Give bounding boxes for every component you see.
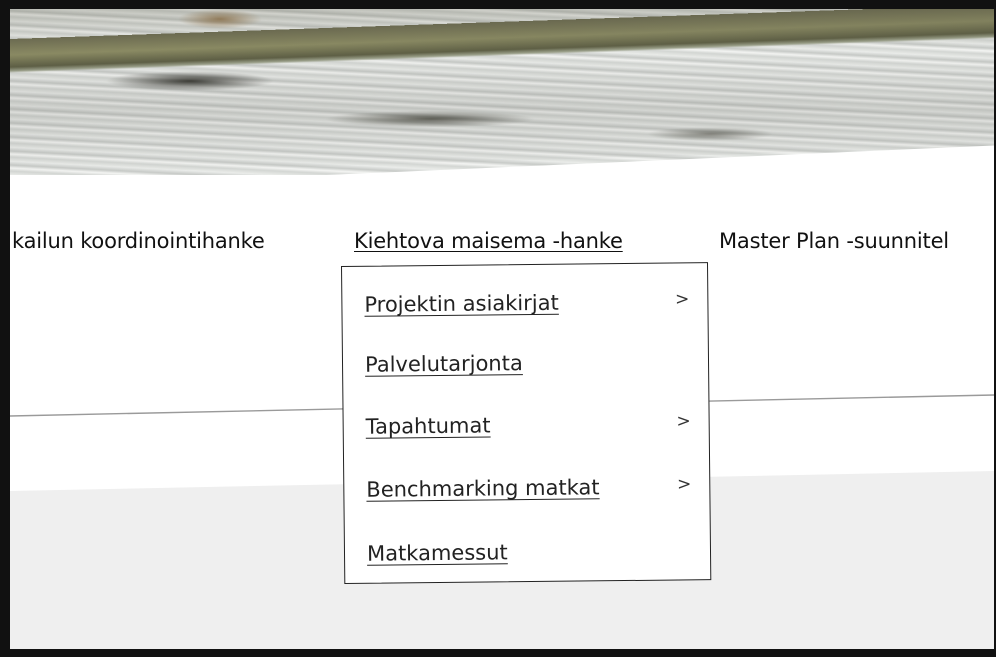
chevron-right-icon: >	[676, 474, 692, 495]
page-content: kailun koordinointihanke Kiehtova maisem…	[10, 9, 994, 649]
main-navigation: kailun koordinointihanke Kiehtova maisem…	[10, 229, 994, 263]
menu-item-tapahtumat[interactable]: Tapahtumat >	[365, 403, 696, 446]
menu-item-projektin-asiakirjat[interactable]: Projektin asiakirjat >	[364, 281, 695, 324]
menu-item-label: Projektin asiakirjat	[364, 290, 559, 317]
chevron-right-icon: >	[675, 289, 690, 310]
menu-item-benchmarking-matkat[interactable]: Benchmarking matkat >	[366, 466, 697, 509]
menu-item-label: Benchmarking matkat	[366, 475, 600, 502]
nav-item-koordinointihanke[interactable]: kailun koordinointihanke	[12, 229, 265, 253]
menu-item-label: Palvelutarjonta	[364, 351, 523, 377]
menu-item-label: Matkamessut	[366, 540, 508, 566]
chevron-right-icon: >	[676, 411, 691, 432]
hero-image-shade	[10, 9, 994, 175]
nav-dropdown-menu: Projektin asiakirjat > Palvelutarjonta T…	[341, 262, 712, 584]
screenshot-frame: kailun koordinointihanke Kiehtova maisem…	[0, 0, 996, 657]
menu-item-matkamessut[interactable]: Matkamessut	[367, 530, 698, 573]
menu-item-label: Tapahtumat	[365, 413, 491, 439]
menu-item-palvelutarjonta[interactable]: Palvelutarjonta	[365, 341, 696, 384]
nav-item-master-plan[interactable]: Master Plan -suunnitel	[719, 229, 949, 253]
nav-item-kiehtova-maisema[interactable]: Kiehtova maisema -hanke	[354, 229, 623, 253]
